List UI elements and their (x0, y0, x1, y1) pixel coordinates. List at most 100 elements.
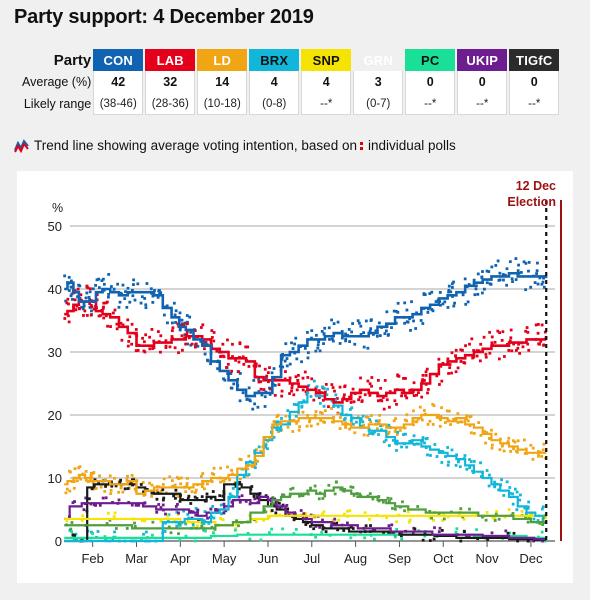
poll-point (516, 439, 520, 443)
poll-point (540, 530, 544, 534)
poll-point (231, 342, 234, 346)
poll-point (91, 532, 94, 535)
poll-point (364, 319, 368, 323)
poll-point (390, 523, 394, 527)
poll-point (447, 284, 451, 288)
poll-point (126, 318, 130, 322)
poll-point (196, 508, 200, 512)
poll-point (396, 374, 400, 378)
party-average-con: 42 (93, 71, 144, 93)
poll-points-lab (63, 284, 548, 416)
poll-point (102, 316, 106, 320)
poll-point (426, 453, 429, 457)
poll-point (433, 526, 436, 530)
poll-point (180, 318, 184, 322)
poll-point (70, 521, 74, 524)
poll-point (479, 461, 482, 465)
poll-point (527, 269, 530, 273)
party-badge-lab: LAB (145, 49, 196, 71)
poll-point (507, 508, 511, 512)
poll-point (347, 328, 351, 331)
poll-point (188, 315, 192, 319)
poll-dots-icon (359, 142, 364, 151)
poll-point (368, 382, 372, 386)
poll-point (240, 494, 244, 498)
poll-point (461, 293, 465, 297)
poll-point (172, 494, 176, 498)
poll-point (513, 440, 517, 444)
poll-point (259, 380, 263, 384)
poll-point (526, 330, 530, 334)
poll-point (117, 305, 121, 309)
poll-point (237, 524, 240, 528)
poll-point (182, 322, 186, 326)
poll-point (88, 287, 92, 291)
poll-point (258, 364, 261, 368)
poll-point (366, 346, 370, 350)
poll-point (324, 530, 328, 534)
poll-point (317, 340, 321, 344)
poll-point (408, 518, 412, 522)
poll-point (238, 500, 242, 504)
poll-point (484, 441, 488, 445)
poll-point (364, 524, 368, 528)
poll-point (280, 417, 283, 420)
poll-point (265, 374, 269, 378)
poll-point (310, 377, 314, 381)
poll-point (356, 495, 360, 499)
poll-point (238, 457, 242, 461)
poll-point (263, 405, 267, 408)
poll-point (107, 273, 111, 276)
poll-point (404, 377, 407, 380)
poll-point (174, 505, 178, 508)
poll-point (421, 436, 425, 440)
poll-point (170, 329, 174, 333)
poll-point (238, 399, 242, 403)
x-tick-label-Nov: Nov (476, 551, 500, 566)
poll-point (452, 304, 456, 308)
poll-point (395, 402, 398, 406)
party-summary-table: Party CON LAB LD BRX SNP GRN PC UKIP TIGfC Avera… (20, 49, 561, 115)
poll-point (369, 524, 372, 527)
poll-point (173, 483, 177, 487)
poll-point (490, 446, 494, 450)
poll-point (302, 512, 306, 516)
poll-point (423, 379, 426, 382)
poll-point (425, 367, 429, 371)
poll-point (170, 479, 174, 483)
poll-point (537, 454, 540, 458)
poll-point (368, 492, 372, 496)
poll-point (90, 309, 93, 313)
poll-point (132, 278, 136, 282)
poll-point (233, 528, 237, 532)
poll-point (210, 329, 214, 332)
poll-point (203, 347, 206, 351)
election-date-text: 12 Dec (516, 179, 556, 193)
poll-point (163, 313, 166, 317)
poll-point (396, 310, 400, 314)
poll-point (313, 484, 317, 488)
poll-point (431, 309, 435, 313)
poll-point (293, 342, 297, 346)
poll-point (322, 404, 326, 408)
poll-point (284, 370, 287, 373)
poll-point (357, 398, 361, 402)
poll-point (299, 509, 303, 512)
poll-point (133, 521, 136, 525)
poll-point (313, 414, 317, 417)
poll-point (219, 466, 223, 470)
poll-point (332, 322, 336, 326)
poll-point (120, 338, 124, 342)
poll-point (306, 356, 310, 360)
poll-point (346, 509, 349, 513)
poll-point (346, 521, 349, 525)
poll-point (364, 415, 368, 419)
party-average-pc: 0 (405, 71, 456, 93)
poll-point (104, 485, 107, 488)
poll-point (525, 326, 529, 329)
poll-point (440, 406, 443, 410)
poll-point (370, 431, 374, 435)
poll-point (512, 447, 515, 451)
poll-point (98, 474, 101, 478)
poll-point (85, 285, 89, 289)
